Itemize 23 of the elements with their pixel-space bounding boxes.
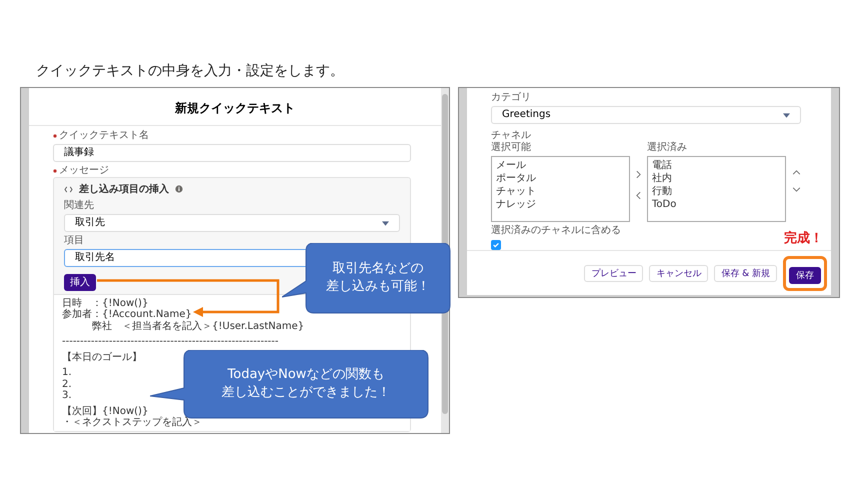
text-line: 弊社 ＜担当者名を記入＞{!User.LastName} <box>91 320 304 332</box>
slide-heading: クイックテキストの中身を入力・設定をします。 <box>35 62 345 80</box>
list-label: 選択済み <box>647 142 688 154</box>
highlight-note: 完成！ <box>784 230 823 247</box>
field-label: クイックテキスト名 <box>59 130 149 142</box>
section-title: 差し込み項目の挿入 <box>79 182 169 196</box>
field-label: 項目 <box>64 235 84 247</box>
list-label: 選択可能 <box>491 142 532 154</box>
field-label: チャネル <box>491 130 531 142</box>
text-line: 3. <box>62 390 72 402</box>
text-line: 【次回】{!Now()} <box>62 406 148 417</box>
text-line: 1. <box>62 367 72 378</box>
text-line: 参加者：{!Account.Name} <box>62 309 192 320</box>
modal-title: 新規クイックテキスト <box>29 88 441 126</box>
text-line: 2. <box>62 378 72 390</box>
field-label: カテゴリ <box>491 92 531 104</box>
text-line: 【本日のゴール】 <box>62 352 142 363</box>
checkbox-label: 選択済みのチャネルに含める <box>491 225 621 237</box>
text-line: ------------------------------------------------------------ <box>62 336 279 348</box>
callout-tooltip: 取引先名などの 差し込みも可能！ <box>282 243 452 315</box>
field-label: メッセージ <box>59 165 109 177</box>
field-label: 関連先 <box>64 200 94 212</box>
text-line: 日時 ：{!Now()} <box>62 298 148 308</box>
